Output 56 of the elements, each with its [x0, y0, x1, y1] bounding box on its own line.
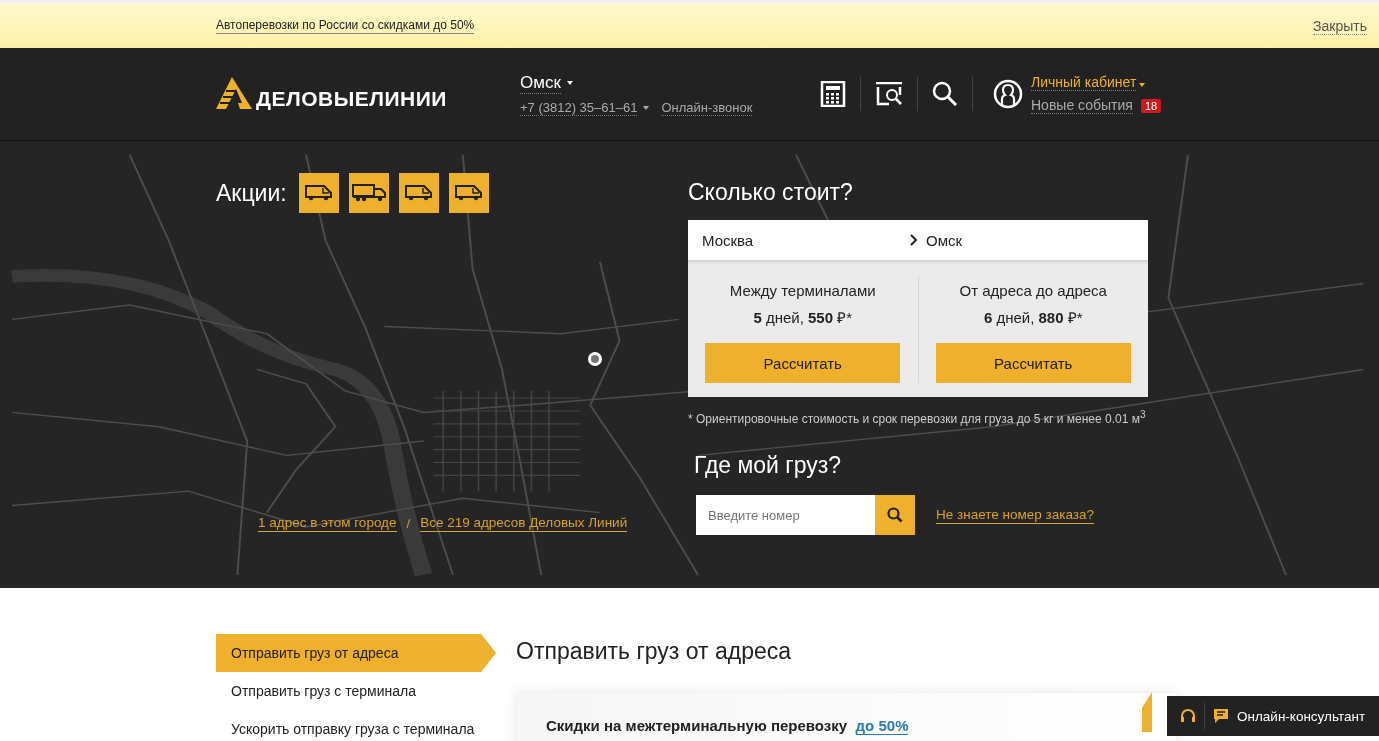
van-icon	[304, 185, 333, 201]
chat-widget[interactable]: Онлайн-консультант	[1167, 696, 1379, 736]
tracking-title: Где мой груз?	[694, 452, 843, 479]
promotion-button[interactable]	[448, 173, 489, 213]
footnote: * Ориентировочные стоимость и срок перевозки для груза до 5 кг и менее 0.01 м$^{3}$	[688, 409, 1147, 426]
map-pin-icon	[587, 351, 603, 367]
promo-text: Скидки на межтерминальную перевозку	[546, 717, 848, 734]
promotion-button[interactable]	[348, 173, 389, 213]
ribbon-corner-icon	[1142, 692, 1152, 732]
option-title: От адреса до адреса	[959, 282, 1107, 299]
calculate-button[interactable]: Рассчитать	[935, 343, 1131, 383]
option-title: Между терминалами	[729, 282, 876, 299]
chat-icon	[1213, 708, 1229, 724]
to-city[interactable]: Омск	[926, 231, 963, 249]
user-icon[interactable]	[993, 79, 1023, 109]
calculator-title: Сколько стоит?	[688, 179, 854, 206]
van-icon	[404, 185, 433, 201]
close-link[interactable]: Закрыть	[1313, 18, 1367, 35]
van-icon	[454, 185, 483, 201]
promo-link[interactable]: Автоперевозки по России со скидками до 50%	[216, 17, 475, 34]
promotions-label: Акции:	[216, 179, 287, 207]
logo-icon	[216, 77, 252, 111]
city-selector[interactable]: Омск	[520, 72, 561, 94]
truck-icon	[351, 184, 386, 202]
sidebar-item[interactable]: Ускорить отправку груза с терминала	[216, 710, 511, 741]
chevron-icon	[910, 234, 918, 246]
events-count-badge: 18	[1140, 98, 1162, 113]
caret-icon	[566, 81, 573, 85]
sidebar-item[interactable]: Отправить груз с терминала	[216, 672, 511, 710]
chat-label: Онлайн-консультант	[1237, 708, 1366, 724]
caret-icon	[643, 105, 650, 110]
logo-text[interactable]: ДЕЛОВЫЕЛИНИИ	[256, 87, 447, 111]
option-summary: 6 дней, 880 ₽*	[983, 308, 1083, 327]
headset-icon	[1180, 708, 1196, 724]
events-link[interactable]: Новые события	[1031, 97, 1133, 114]
calculate-button[interactable]: Рассчитать	[705, 343, 901, 383]
address-link[interactable]: Все 219 адресов Деловых Линий	[420, 515, 628, 532]
from-city[interactable]: Москва	[702, 231, 910, 249]
caret-icon	[1139, 82, 1146, 87]
section-title: Отправить груз от адреса	[516, 638, 793, 665]
option-summary: 5 дней, 550 ₽*	[753, 308, 853, 327]
search-button[interactable]	[875, 495, 915, 535]
separator: /	[406, 516, 411, 531]
address-link[interactable]: 1 адрес в этом городе	[258, 515, 397, 532]
phone-link[interactable]: +7 (3812) 35–61–61	[520, 99, 638, 116]
callback-link[interactable]: Онлайн-звонок	[661, 99, 753, 116]
discount-link[interactable]: до 50%	[855, 717, 909, 735]
search-icon	[887, 507, 903, 523]
tracking-icon[interactable]	[875, 82, 903, 106]
account-link[interactable]: Личный кабинет	[1031, 74, 1137, 91]
order-number-field[interactable]: Введите номер	[696, 495, 875, 535]
calculator-icon[interactable]	[820, 81, 846, 107]
promotion-button[interactable]	[298, 173, 339, 213]
help-link[interactable]: Не знаете номер заказа?	[936, 506, 1094, 524]
promotion-button[interactable]	[398, 173, 439, 213]
search-icon[interactable]	[932, 81, 958, 107]
